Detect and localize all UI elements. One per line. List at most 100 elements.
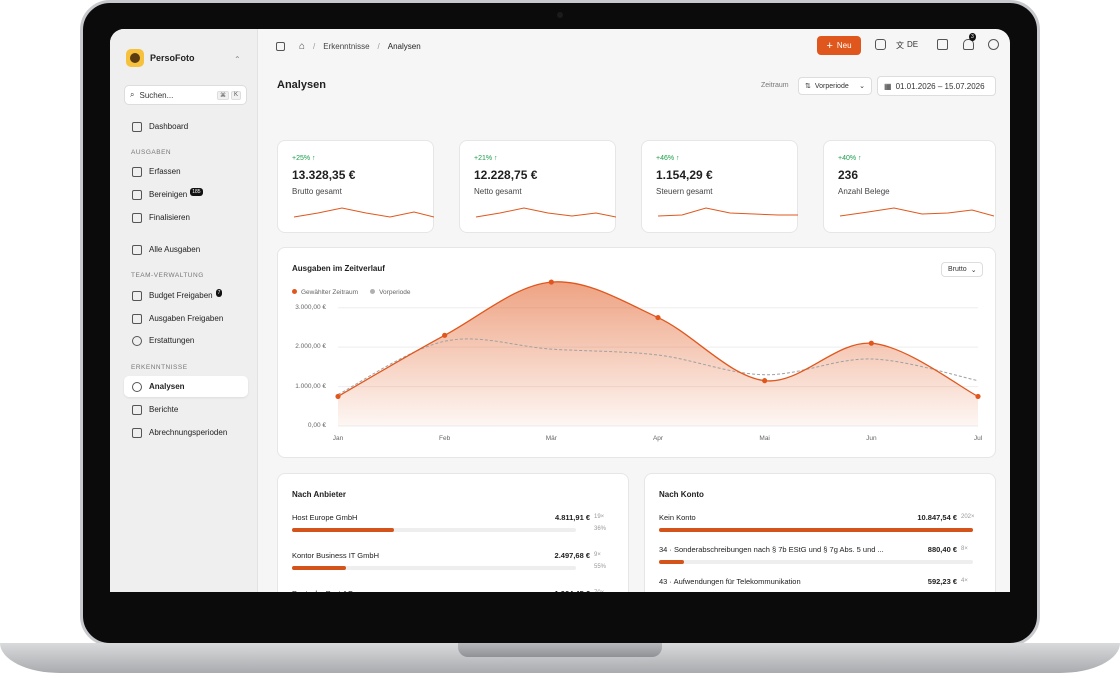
row-count: 4× (961, 578, 968, 584)
row-count: 8× (961, 546, 968, 552)
data-point[interactable] (868, 340, 874, 346)
sidebar-item-label: Bereinigen (149, 190, 188, 199)
row-name: 43 · Aufwendungen für Telekommunikation (659, 577, 801, 586)
app-screen: PersoFoto ⌃ ⌕ Suchen... ⌘ K Dashboard AU… (110, 29, 1010, 592)
date-range-picker[interactable]: ▦ 01.01.2026 – 15.07.2026 (877, 76, 996, 96)
new-button[interactable]: + Neu (817, 36, 861, 55)
series-area-current (338, 281, 978, 426)
calendar-icon: ▦ (884, 81, 892, 91)
kpi-delta: +21% ↑ (474, 155, 498, 162)
chevron-updown-icon[interactable]: ⌃ (234, 55, 241, 64)
kpi-card-steuern: +46% ↑ 1.154,29 € Steuern gesamt (641, 140, 798, 233)
sidebar-item-erfassen[interactable]: Erfassen (124, 161, 248, 182)
sidebar-item-label: Finalisieren (149, 213, 190, 222)
row-bar-track (292, 528, 576, 532)
row-bar-fill (659, 560, 685, 564)
kpi-sparkline (657, 207, 798, 217)
row-count: 9× (594, 552, 601, 558)
row-bar-track (659, 560, 973, 564)
breadcrumb-separator: / (313, 41, 316, 51)
accounts-title: Nach Konto (659, 490, 704, 499)
sidebar-item-ausgaben-freigaben[interactable]: Ausgaben Freigaben (124, 308, 248, 329)
date-range-value: 01.01.2026 – 15.07.2026 (895, 81, 985, 91)
data-point[interactable] (655, 314, 661, 321)
compare-select-value: Vorperiode (814, 82, 849, 90)
sidebar-item-label: Berichte (149, 405, 179, 414)
sidebar-toggle-icon[interactable] (276, 41, 285, 51)
sidebar-item-label: Erfassen (149, 167, 181, 176)
check-circle-icon (132, 335, 142, 346)
sidebar-item-dashboard[interactable]: Dashboard (124, 116, 248, 137)
breadcrumb-analysen: Analysen (387, 41, 421, 51)
compare-select[interactable]: ⇅ Vorperiode ⌄ (798, 77, 872, 95)
sidebar-item-bereinigen[interactable]: Bereinigen 185 (124, 184, 248, 205)
flag-icon (132, 212, 142, 223)
kpi-label: Steuern gesamt (656, 187, 713, 196)
vendors-card: Nach Anbieter Host Europe GmbH 4.811,91 €… (277, 473, 629, 592)
count-badge: 185 (190, 187, 203, 196)
kpi-card-brutto: +25% ↑ 13.328,35 € Brutto gesamt (277, 140, 434, 233)
sidebar-item-berichte[interactable]: Berichte (124, 399, 248, 420)
kpi-value: 12.228,75 € (474, 168, 538, 182)
kpi-delta: +40% ↑ (838, 155, 862, 162)
notification-count-badge: 3 (969, 33, 976, 41)
section-team: TEAM-VERWALTUNG (131, 272, 204, 279)
section-ausgaben: AUSGABEN (131, 149, 172, 156)
row-bar-fill (292, 528, 395, 532)
workspace-switcher[interactable]: PersoFoto (126, 49, 195, 67)
row-name: Kein Konto (659, 513, 696, 522)
kbd-cmd: ⌘ (216, 90, 229, 100)
row-name: Kontor Business IT GmbH (292, 551, 379, 560)
row-value: 880,40 € (927, 545, 957, 554)
kpi-value: 1.154,29 € (656, 168, 713, 182)
data-point[interactable] (335, 393, 341, 400)
sidebar-item-label: Analysen (149, 382, 185, 391)
kpi-card-netto: +21% ↑ 12.228,75 € Netto gesamt (459, 140, 616, 233)
monitor-icon[interactable] (937, 39, 948, 50)
row-name: Deutsche Post AG (292, 589, 353, 592)
sidebar-item-erstattungen[interactable]: Erstattungen (124, 330, 248, 351)
row-count: 70× (594, 590, 604, 592)
page-title: Analysen (277, 79, 326, 91)
kbd-k: K (230, 90, 241, 100)
brand-name: PersoFoto (150, 53, 195, 63)
kpi-label: Netto gesamt (474, 187, 522, 196)
row-percent: 36% (594, 526, 607, 532)
topbar: ⌂ / Erkenntnisse / Analysen + Neu 文 DE 3 (258, 29, 1010, 63)
breadcrumb-separator: / (377, 41, 380, 51)
users-icon[interactable] (988, 39, 999, 50)
breadcrumb-erkenntnisse[interactable]: Erkenntnisse (323, 42, 369, 51)
search-icon: ⌕ (130, 90, 135, 99)
calendar-check-icon (132, 427, 142, 438)
data-point[interactable] (548, 279, 554, 285)
data-point[interactable] (442, 332, 448, 338)
document-icon (132, 404, 142, 415)
sidebar-item-label: Erstattungen (149, 336, 195, 345)
plus-icon: + (826, 39, 833, 52)
home-icon[interactable]: ⌂ (299, 41, 305, 52)
timeline-card: Ausgaben im Zeitverlauf Brutto ⌄ Gewählt… (277, 247, 996, 458)
sidebar-item-alle-ausgaben[interactable]: Alle Ausgaben (124, 239, 248, 260)
search-input[interactable]: ⌕ Suchen... ⌘ K (124, 85, 247, 105)
kpi-card-belege: +40% ↑ 236 Anzahl Belege (823, 140, 996, 233)
row-value: 592,23 € (927, 577, 957, 586)
data-point[interactable] (762, 378, 768, 384)
sidebar-item-budget-freigaben[interactable]: Budget Freigaben 7 (124, 285, 248, 306)
count-badge: 7 (215, 288, 223, 297)
language-switcher[interactable]: 文 DE (896, 40, 918, 51)
new-button-label: Neu (836, 41, 852, 50)
database-icon[interactable] (875, 39, 886, 50)
sidebar-item-analysen[interactable]: Analysen (124, 376, 248, 397)
brand-logo-icon (126, 49, 144, 67)
sidebar-item-finalisieren[interactable]: Finalisieren (124, 207, 248, 228)
row-bar-track (292, 566, 576, 570)
sidebar-item-label: Abrechnungsperioden (149, 428, 228, 437)
row-name: Host Europe GmbH (292, 513, 358, 522)
coins-icon (132, 290, 142, 301)
camera (557, 12, 563, 18)
data-point[interactable] (975, 393, 981, 400)
row-value: 2.497,68 € (554, 551, 590, 560)
sidebar-item-abrechnungsperioden[interactable]: Abrechnungsperioden (124, 422, 248, 443)
sidebar-item-label: Ausgaben Freigaben (149, 314, 224, 323)
row-value: 4.811,91 € (554, 513, 590, 522)
